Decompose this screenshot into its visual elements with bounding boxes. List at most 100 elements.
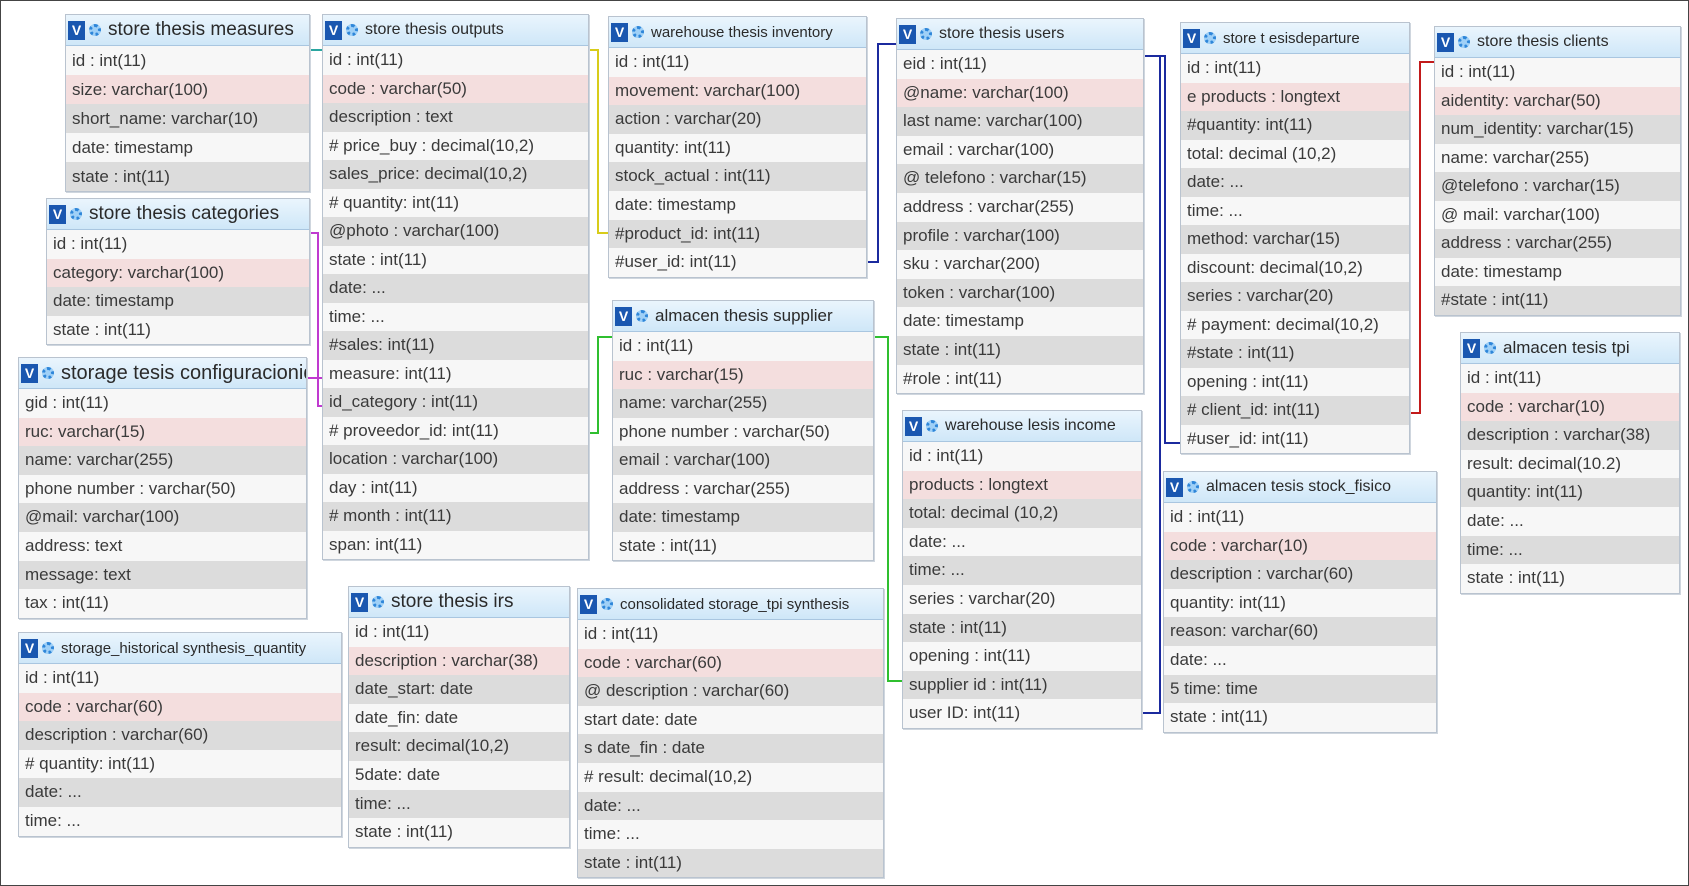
collapse-toggle-icon[interactable]: V: [905, 416, 922, 436]
field-row[interactable]: opening : int(11): [1181, 367, 1409, 396]
field-row[interactable]: reason: varchar(60): [1164, 617, 1436, 646]
field-row[interactable]: span: int(11): [323, 530, 588, 559]
collapse-toggle-icon[interactable]: V: [325, 20, 342, 40]
field-row[interactable]: description : varchar(60): [1164, 560, 1436, 589]
gear-icon[interactable]: [1458, 36, 1470, 48]
field-row[interactable]: e products : longtext: [1181, 82, 1409, 111]
field-row[interactable]: date: timestamp: [47, 287, 309, 316]
gear-icon[interactable]: [1484, 342, 1496, 354]
table-header[interactable]: Vstore t esisdeparture: [1181, 23, 1409, 54]
table-header[interactable]: Vstore thesis users: [897, 19, 1143, 50]
field-row[interactable]: #state : int(11): [1181, 339, 1409, 368]
field-row[interactable]: stock_actual : int(11): [609, 162, 866, 191]
table-income[interactable]: Vwarehouse lesis income id : int(11) produ…: [902, 410, 1142, 729]
table-header[interactable]: Valmacen thesis supplier: [613, 301, 873, 332]
field-row[interactable]: address : varchar(255): [1435, 229, 1680, 258]
gear-icon[interactable]: [346, 24, 358, 36]
collapse-toggle-icon[interactable]: V: [580, 594, 597, 614]
field-row[interactable]: # payment: decimal(10,2): [1181, 310, 1409, 339]
field-row[interactable]: address: text: [19, 531, 306, 561]
field-row[interactable]: description : text: [323, 103, 588, 132]
collapse-toggle-icon[interactable]: V: [1183, 28, 1200, 48]
field-row[interactable]: result: decimal(10,2): [349, 732, 569, 761]
field-row[interactable]: state : int(11): [349, 818, 569, 847]
collapse-toggle-icon[interactable]: V: [49, 204, 66, 224]
field-row[interactable]: gid : int(11): [19, 389, 306, 418]
collapse-toggle-icon[interactable]: V: [21, 363, 38, 383]
field-row[interactable]: sku : varchar(200): [897, 250, 1143, 279]
table-outputs[interactable]: Vstore thesis outputs id : int(11) code : …: [322, 14, 589, 560]
field-row[interactable]: date: timestamp: [897, 307, 1143, 336]
field-row[interactable]: size: varchar(100): [66, 75, 309, 104]
field-row[interactable]: email : varchar(100): [897, 135, 1143, 165]
gear-icon[interactable]: [636, 310, 648, 322]
field-row[interactable]: user ID: int(11): [903, 699, 1141, 728]
collapse-toggle-icon[interactable]: V: [899, 24, 916, 44]
field-row[interactable]: time: ...: [1461, 535, 1679, 565]
field-row[interactable]: state : int(11): [897, 335, 1143, 365]
table-header[interactable]: Vconsolidated storage_tpi synthesis: [578, 589, 883, 620]
field-row[interactable]: state : int(11): [1164, 703, 1436, 732]
field-row[interactable]: #sales: int(11): [323, 331, 588, 360]
field-row[interactable]: #state : int(11): [1435, 286, 1680, 315]
field-row[interactable]: result: decimal(10.2): [1461, 449, 1679, 479]
collapse-toggle-icon[interactable]: V: [615, 306, 632, 326]
field-row[interactable]: eid : int(11): [897, 50, 1143, 79]
field-row[interactable]: state : int(11): [47, 315, 309, 344]
field-row[interactable]: state : int(11): [1461, 564, 1679, 593]
field-row[interactable]: id : int(11): [1181, 54, 1409, 83]
collapse-toggle-icon[interactable]: V: [611, 22, 628, 42]
field-row[interactable]: state : int(11): [323, 245, 588, 274]
collapse-toggle-icon[interactable]: V: [1437, 32, 1454, 52]
field-row[interactable]: quantity: int(11): [1461, 478, 1679, 507]
field-row[interactable]: movement: varchar(100): [609, 76, 866, 106]
field-row[interactable]: #product_id: int(11): [609, 219, 866, 249]
field-row[interactable]: time: ...: [19, 806, 341, 836]
field-row[interactable]: time: ...: [903, 556, 1141, 585]
field-row[interactable]: time: ...: [349, 789, 569, 819]
field-row[interactable]: date: timestamp: [66, 133, 309, 162]
table-historical[interactable]: Vstorage_historical synthesis_quantity id…: [18, 632, 342, 837]
field-row[interactable]: opening : int(11): [903, 642, 1141, 671]
field-row[interactable]: day : int(11): [323, 473, 588, 502]
field-row[interactable]: # quantity: int(11): [323, 188, 588, 217]
table-header[interactable]: Vstorage_historical synthesis_quantity: [19, 633, 341, 664]
field-row[interactable]: date_start: date: [349, 675, 569, 704]
field-row[interactable]: #user_id: int(11): [1181, 424, 1409, 453]
field-row[interactable]: token : varchar(100): [897, 278, 1143, 308]
field-row[interactable]: # quantity: int(11): [19, 749, 341, 779]
field-row[interactable]: id : int(11): [903, 442, 1141, 471]
field-row[interactable]: description : varchar(38): [1461, 421, 1679, 450]
field-row[interactable]: date: ...: [1164, 645, 1436, 675]
table-header[interactable]: Vwarehouse thesis inventory: [609, 17, 866, 48]
table-header[interactable]: Valmacen tesis stock_fisico: [1164, 472, 1436, 503]
field-row[interactable]: state : int(11): [578, 848, 883, 878]
field-row[interactable]: date: ...: [1461, 506, 1679, 536]
field-row[interactable]: # proveedor_id: int(11): [323, 416, 588, 445]
field-row[interactable]: @mail: varchar(100): [19, 503, 306, 532]
table-departure[interactable]: Vstore t esisdeparture id : int(11) e prod…: [1180, 22, 1410, 454]
collapse-toggle-icon[interactable]: V: [68, 20, 85, 40]
field-row[interactable]: quantity: int(11): [609, 133, 866, 163]
field-row[interactable]: email : varchar(100): [613, 446, 873, 475]
table-measures[interactable]: Vstore thesis measures id : int(11) size: …: [65, 14, 310, 192]
table-header[interactable]: Vstore thesis clients: [1435, 27, 1680, 58]
field-row[interactable]: date: ...: [903, 527, 1141, 557]
table-header[interactable]: Valmacen tesis tpi: [1461, 333, 1679, 364]
field-row[interactable]: @photo : varchar(100): [323, 217, 588, 246]
field-row[interactable]: @telefono : varchar(15): [1435, 172, 1680, 201]
field-row[interactable]: #quantity: int(11): [1181, 111, 1409, 140]
table-consolidated[interactable]: Vconsolidated storage_tpi synthesis id : …: [577, 588, 884, 879]
field-row[interactable]: message: text: [19, 560, 306, 590]
field-row[interactable]: @ telefono : varchar(15): [897, 164, 1143, 193]
field-row[interactable]: total: decimal (10,2): [1181, 139, 1409, 168]
table-supplier[interactable]: Valmacen thesis supplier id : int(11) ruc …: [612, 300, 874, 561]
field-row[interactable]: id : int(11): [47, 230, 309, 259]
field-row[interactable]: action : varchar(20): [609, 105, 866, 134]
table-clients[interactable]: Vstore thesis clients id : int(11) aidenti…: [1434, 26, 1681, 316]
field-row[interactable]: measure: int(11): [323, 359, 588, 388]
table-header[interactable]: Vstorage tesis configuracionid: [19, 358, 306, 389]
field-row[interactable]: time: ...: [578, 820, 883, 849]
field-row[interactable]: last name: varchar(100): [897, 107, 1143, 136]
field-row[interactable]: state : int(11): [66, 162, 309, 191]
